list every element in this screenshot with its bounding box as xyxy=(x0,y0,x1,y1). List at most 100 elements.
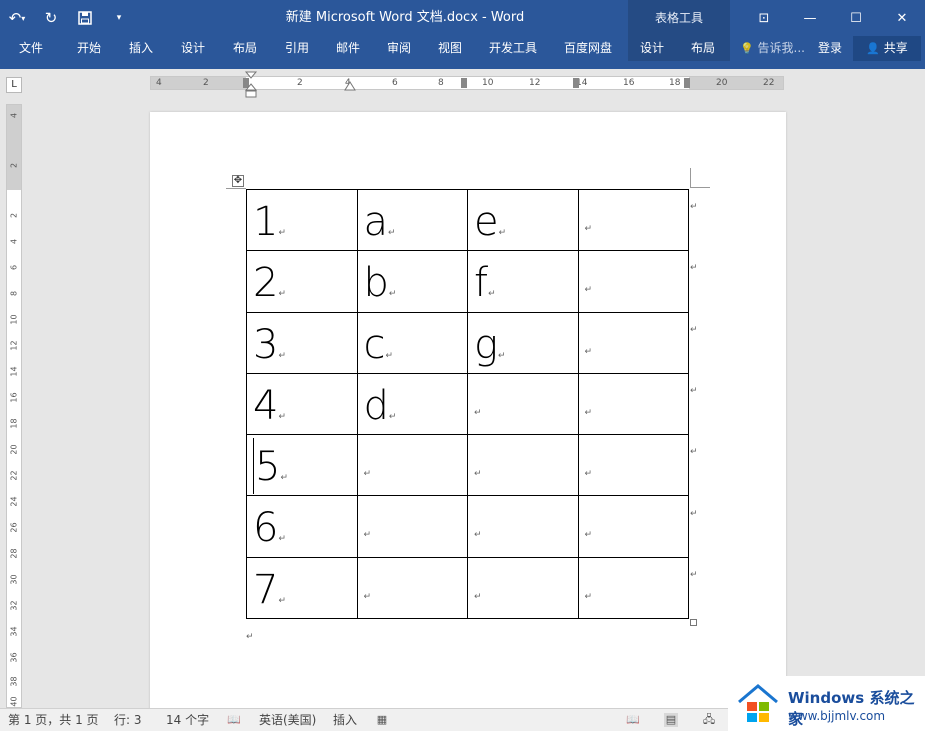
column-marker[interactable] xyxy=(684,78,690,88)
table-cell[interactable]: 7↵ xyxy=(246,556,358,620)
tab-references[interactable]: 引用 xyxy=(274,36,320,61)
row-end-mark: ↵ xyxy=(690,263,698,273)
window-title: 新建 Microsoft Word 文档.docx - Word xyxy=(285,10,525,25)
cell-end-mark: ↵ xyxy=(584,285,593,296)
ruler-number: 2 xyxy=(9,162,19,169)
document-table[interactable]: 1↵ a↵ e↵ ↵ 2↵ b↵ f↵ ↵ 3↵ c↵ g↵ ↵ 4↵ d↵ ↵ xyxy=(246,188,689,620)
save-button[interactable] xyxy=(68,0,102,36)
tab-home[interactable]: 开始 xyxy=(66,36,112,61)
close-button[interactable]: ✕ xyxy=(879,0,925,36)
right-indent-marker-icon[interactable] xyxy=(344,80,356,94)
table-row: 3↵ c↵ g↵ ↵ xyxy=(246,311,689,374)
table-cell[interactable]: 5↵ xyxy=(246,434,358,497)
table-cell[interactable]: 3↵ xyxy=(246,311,358,374)
table-move-handle[interactable]: ✥ xyxy=(232,175,244,187)
crop-mark xyxy=(690,168,710,188)
table-cell[interactable]: f↵ xyxy=(467,250,579,313)
word-window: ↶ ▾ ↻ ▾ 新建 Microsoft Word 文档.docx - Word … xyxy=(0,0,925,731)
table-cell[interactable]: a↵ xyxy=(356,188,468,252)
ruler-number: 8 xyxy=(438,78,444,88)
tab-selector[interactable]: L xyxy=(6,77,22,93)
cell-end-mark: ↵ xyxy=(363,530,372,541)
tab-file[interactable]: 文件 xyxy=(8,36,54,61)
sign-in-link[interactable]: 登录 xyxy=(818,36,842,61)
tab-table-design[interactable]: 设计 xyxy=(628,36,676,61)
macro-icon[interactable]: ▦ xyxy=(375,713,389,727)
table-resize-handle[interactable] xyxy=(690,619,697,626)
cell-text: d↵ xyxy=(363,382,397,429)
language-indicator[interactable]: 英语(美国) xyxy=(259,709,316,731)
line-number[interactable]: 行: 3 xyxy=(114,709,142,731)
table-cell[interactable]: ↵ xyxy=(577,250,689,313)
tab-layout[interactable]: 布局 xyxy=(222,36,268,61)
column-marker[interactable] xyxy=(461,78,467,88)
ruler-number: 20 xyxy=(716,78,728,88)
table-cell[interactable]: ↵ xyxy=(577,188,689,252)
cell-text: 5↵ xyxy=(255,444,288,491)
table-cell[interactable]: g↵ xyxy=(467,311,579,374)
table-row: 2↵ b↵ f↵ ↵ xyxy=(246,250,689,313)
maximize-button[interactable]: ☐ xyxy=(833,0,879,36)
table-cell[interactable]: ↵ xyxy=(577,311,689,374)
cell-text: e↵ xyxy=(474,199,507,245)
page-count[interactable]: 第 1 页，共 1 页 xyxy=(8,709,99,731)
tab-developer[interactable]: 开发工具 xyxy=(482,36,544,61)
proofing-icon[interactable]: 📖 xyxy=(227,713,241,727)
table-cell[interactable]: ↵ xyxy=(356,495,468,558)
redo-button[interactable]: ↻ xyxy=(34,0,68,36)
print-layout-icon[interactable]: ▤ xyxy=(664,713,678,727)
tell-me-box[interactable]: 💡 告诉我... xyxy=(740,36,805,61)
table-cell[interactable]: 4↵ xyxy=(246,372,358,436)
ruler-number: 12 xyxy=(529,78,541,88)
ruler-number: 12 xyxy=(9,340,19,351)
table-cell[interactable]: ↵ xyxy=(577,372,689,436)
column-marker[interactable] xyxy=(573,78,579,88)
ribbon-display-options-button[interactable]: ⊡ xyxy=(741,0,787,36)
undo-button[interactable]: ↶ ▾ xyxy=(0,0,34,36)
tab-mailings[interactable]: 邮件 xyxy=(325,36,371,61)
table-cell[interactable]: ↵ xyxy=(356,556,468,620)
table-cell[interactable]: c↵ xyxy=(356,311,468,374)
redo-icon: ↻ xyxy=(44,9,58,27)
read-mode-icon[interactable]: 📖 xyxy=(626,713,640,727)
table-cell[interactable]: ↵ xyxy=(467,556,579,620)
ruler-number: 28 xyxy=(9,548,19,559)
table-cell[interactable]: ↵ xyxy=(467,434,579,497)
tab-insert[interactable]: 插入 xyxy=(118,36,164,61)
vertical-ruler[interactable]: 4 2 2 4 6 8 10 12 14 16 18 20 22 24 26 2… xyxy=(6,104,22,708)
share-button[interactable]: 👤 共享 xyxy=(853,36,921,61)
table-cell[interactable]: ↵ xyxy=(577,495,689,558)
table-cell[interactable]: 2↵ xyxy=(246,250,358,313)
table-cell[interactable]: ↵ xyxy=(577,556,689,620)
table-cell[interactable]: b↵ xyxy=(356,250,468,313)
cell-text: 2↵ xyxy=(253,260,286,307)
table-cell[interactable]: 1↵ xyxy=(246,188,358,252)
table-cell[interactable]: ↵ xyxy=(467,495,579,558)
insert-mode-indicator[interactable]: 插入 xyxy=(333,709,357,731)
tab-table-layout[interactable]: 布局 xyxy=(676,36,730,61)
table-row: 4↵ d↵ ↵ ↵ xyxy=(246,372,689,436)
table-cell[interactable]: 6↵ xyxy=(246,495,358,558)
tab-view[interactable]: 视图 xyxy=(427,36,473,61)
minimize-button[interactable]: — xyxy=(787,0,833,36)
tab-design[interactable]: 设计 xyxy=(170,36,216,61)
table-cell[interactable]: ↵ xyxy=(467,372,579,436)
tab-baidu-netdisk[interactable]: 百度网盘 xyxy=(555,36,621,61)
customize-icon: ▾ xyxy=(116,13,122,23)
customize-qat-button[interactable]: ▾ xyxy=(102,0,136,36)
indent-marker-icon[interactable] xyxy=(244,70,258,100)
word-count[interactable]: 14 个字 xyxy=(166,709,209,731)
table-cell[interactable]: e↵ xyxy=(467,188,579,252)
cell-end-mark: ↵ xyxy=(474,530,482,541)
undo-dropdown-icon[interactable]: ▾ xyxy=(21,14,25,23)
table-row: 5↵ ↵ ↵ ↵ xyxy=(246,434,689,497)
table-cell[interactable]: ↵ xyxy=(356,434,468,497)
cell-text: f↵ xyxy=(474,260,496,307)
web-layout-icon[interactable]: 🖧 xyxy=(702,713,716,727)
tab-review[interactable]: 审阅 xyxy=(376,36,422,61)
watermark: Windows 系统之家 www.bjjmlv.com xyxy=(728,676,925,731)
table-cell[interactable]: d↵ xyxy=(356,372,468,436)
quick-access-toolbar: ↶ ▾ ↻ ▾ xyxy=(0,0,136,36)
table-cell[interactable]: ↵ xyxy=(577,434,689,497)
cell-text: c↵ xyxy=(363,321,394,368)
